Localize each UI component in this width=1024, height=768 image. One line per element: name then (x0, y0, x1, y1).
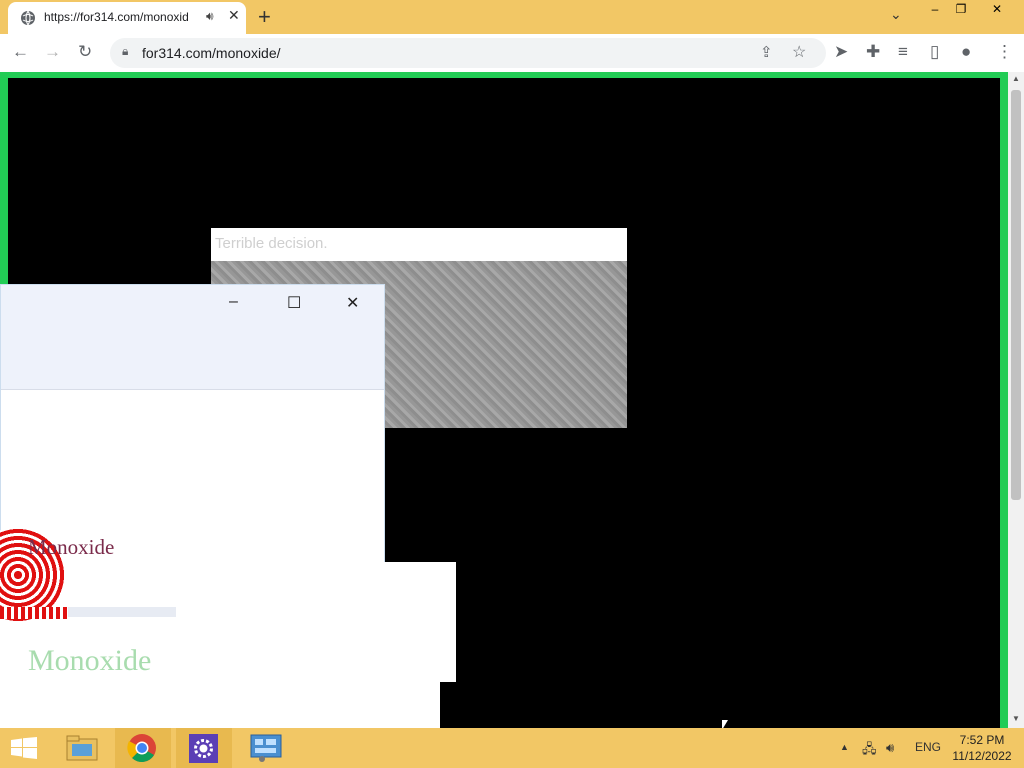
clock-time: 7:52 PM (959, 733, 1005, 747)
clock[interactable]: 7:52 PM 11/12/2022 (944, 732, 1020, 764)
language-indicator[interactable]: ENG (915, 740, 941, 754)
glitch-bar-grey (68, 607, 176, 617)
minimize-icon[interactable]: – (229, 293, 238, 311)
scrollbar-thumb[interactable] (1011, 90, 1021, 500)
browser-tab[interactable]: https://for314.com/monoxid 🔊︎ ✕ (8, 2, 246, 34)
url-text[interactable]: for314.com/monoxide/ (142, 45, 281, 61)
folder-icon (66, 735, 98, 761)
star-icon[interactable]: ☆ (792, 42, 806, 62)
tab-title: https://for314.com/monoxid (44, 10, 189, 24)
ghost-window: – ☐ ✕ (0, 284, 385, 576)
profile-icon[interactable]: ● (961, 42, 971, 62)
tray-expand-icon[interactable]: ▲ (840, 742, 849, 752)
settings-button[interactable] (176, 728, 232, 768)
file-explorer-button[interactable] (56, 728, 112, 768)
tab-close-icon[interactable]: ✕ (228, 7, 240, 24)
start-button[interactable] (0, 728, 56, 768)
cursor-arrow-icon[interactable]: ➤ (834, 42, 848, 62)
speaker-icon[interactable]: 🔊︎ (206, 9, 214, 24)
clock-date: 11/12/2022 (952, 749, 1012, 763)
puzzle-icon[interactable]: ✚ (866, 42, 880, 62)
windows-icon (11, 737, 37, 759)
ghost-window-header: – ☐ ✕ (1, 285, 384, 390)
side-panel-icon[interactable]: ▯ (930, 42, 939, 62)
window-restore-button[interactable]: ❐ (948, 0, 974, 18)
scroll-down-icon[interactable]: ▼ (1012, 714, 1020, 723)
close-icon[interactable]: ✕ (346, 293, 359, 313)
window-minimize-button[interactable]: ‒ (922, 0, 948, 18)
lock-icon[interactable]: 🔒︎ (122, 44, 128, 59)
globe-icon (21, 10, 35, 26)
chrome-button[interactable] (115, 728, 171, 768)
monoxide-label: Monoxide (28, 535, 115, 559)
monoxide-label-large: Monoxide (28, 644, 152, 677)
new-tab-button[interactable]: + (258, 4, 271, 30)
gear-icon (189, 734, 218, 763)
browser-titlebar: https://for314.com/monoxid 🔊︎ ✕ + ⌄ ‒ ❐ … (0, 0, 1024, 34)
chrome-icon (127, 734, 156, 763)
media-icon[interactable]: ≡ (898, 42, 908, 62)
window-close-button[interactable]: ✕ (974, 0, 1020, 18)
share-icon[interactable]: ⇪ (760, 43, 773, 61)
forward-icon[interactable]: → (44, 42, 61, 62)
kebab-icon[interactable]: ⋮ (996, 42, 1013, 62)
ghost-window-lower-ext (0, 680, 440, 728)
browser-toolbar: ← → ↻ 🔒︎ for314.com/monoxide/ ⇪ ☆ ➤ ✚ ≡ … (0, 34, 1024, 73)
network-icon[interactable]: 🖧︎ (862, 740, 877, 762)
dialog-titlebar: Terrible decision. (211, 228, 627, 261)
taskbar: ▲ 🖧︎ 🔊︎ ENG 7:52 PM 11/12/2022 (0, 728, 1024, 768)
control-panel-button[interactable] (240, 728, 296, 768)
glitch-bar (0, 607, 68, 619)
address-bar[interactable]: 🔒︎ for314.com/monoxide/ ⇪ ☆ (110, 38, 826, 68)
maximize-icon[interactable]: ☐ (287, 293, 301, 313)
scroll-up-icon[interactable]: ▲ (1012, 74, 1020, 83)
volume-icon[interactable]: 🔊︎ (886, 740, 894, 756)
dialog-title: Terrible decision. (215, 235, 328, 252)
reload-icon[interactable]: ↻ (78, 42, 92, 62)
back-icon[interactable]: ← (12, 42, 29, 62)
control-panel-icon (250, 734, 282, 762)
tab-search-button[interactable]: ⌄ (890, 6, 902, 23)
